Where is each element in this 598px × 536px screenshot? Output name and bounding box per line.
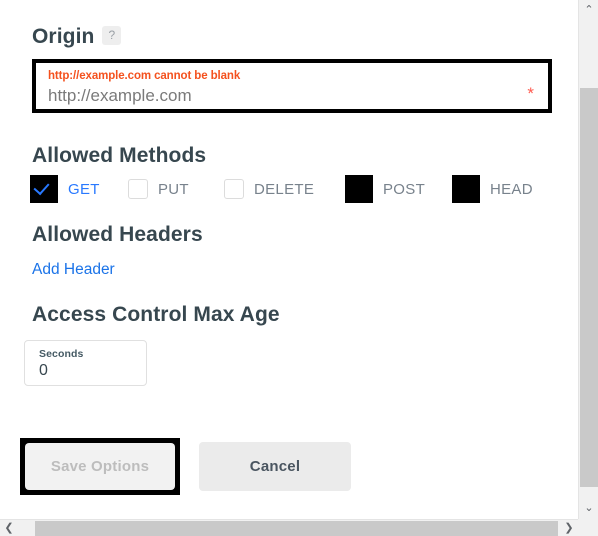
checkbox-put-label: PUT: [158, 180, 189, 198]
save-options-button[interactable]: Save Options: [25, 443, 175, 490]
seconds-input[interactable]: Seconds 0: [24, 340, 147, 386]
origin-section-heading: Origin?: [32, 25, 122, 49]
checkbox-post-label: POST: [383, 180, 426, 198]
checkbox-head[interactable]: HEAD: [452, 168, 533, 210]
scroll-left-icon[interactable]: ❮: [2, 523, 16, 534]
checkbox-get-label: GET: [68, 180, 100, 198]
vertical-scrollbar-thumb[interactable]: [580, 88, 598, 487]
allowed-methods-heading: Allowed Methods: [32, 144, 207, 167]
checkbox-delete[interactable]: DELETE: [224, 168, 314, 210]
help-icon[interactable]: ?: [102, 26, 122, 45]
checkbox-head-label: HEAD: [490, 180, 533, 198]
origin-input[interactable]: http://example.com cannot be blank http:…: [36, 63, 548, 109]
checkbox-get[interactable]: GET: [30, 168, 100, 210]
horizontal-scrollbar[interactable]: ❮ ❯: [0, 519, 578, 536]
checkbox-delete-label: DELETE: [254, 180, 315, 198]
cancel-button[interactable]: Cancel: [199, 442, 351, 491]
origin-input-placeholder: http://example.com: [48, 86, 192, 105]
max-age-heading: Access Control Max Age: [32, 303, 280, 326]
seconds-field-label: Seconds: [39, 348, 84, 360]
origin-heading-text: Origin: [32, 25, 95, 48]
checkbox-get-box[interactable]: [30, 175, 58, 203]
allowed-methods-row: GET PUT DELETE POST HEAD: [0, 168, 578, 210]
scroll-down-icon[interactable]: ⌄: [579, 503, 598, 514]
origin-input-highlight: http://example.com cannot be blank http:…: [32, 59, 552, 113]
checkbox-post[interactable]: POST: [345, 168, 425, 210]
scroll-up-icon[interactable]: ⌃: [579, 5, 598, 16]
save-button-highlight: Save Options: [20, 438, 180, 495]
checkbox-delete-box[interactable]: [224, 179, 244, 199]
checkbox-put-box[interactable]: [128, 179, 148, 199]
add-header-link[interactable]: Add Header: [32, 261, 115, 279]
checkbox-put[interactable]: PUT: [128, 168, 189, 210]
check-icon: [33, 178, 50, 196]
checkbox-head-box[interactable]: [452, 175, 480, 203]
allowed-headers-heading: Allowed Headers: [32, 223, 203, 246]
required-asterisk: *: [527, 84, 534, 103]
scrollbar-corner: [578, 519, 598, 536]
checkbox-post-box[interactable]: [345, 175, 373, 203]
scroll-viewport: Origin? http://example.com cannot be bla…: [0, 0, 578, 519]
scroll-right-icon[interactable]: ❯: [562, 523, 576, 534]
vertical-scrollbar[interactable]: ⌃ ⌄: [578, 0, 598, 519]
seconds-field-value: 0: [39, 362, 48, 379]
horizontal-scrollbar-thumb[interactable]: [35, 521, 558, 536]
origin-error-message: http://example.com cannot be blank: [48, 70, 241, 82]
